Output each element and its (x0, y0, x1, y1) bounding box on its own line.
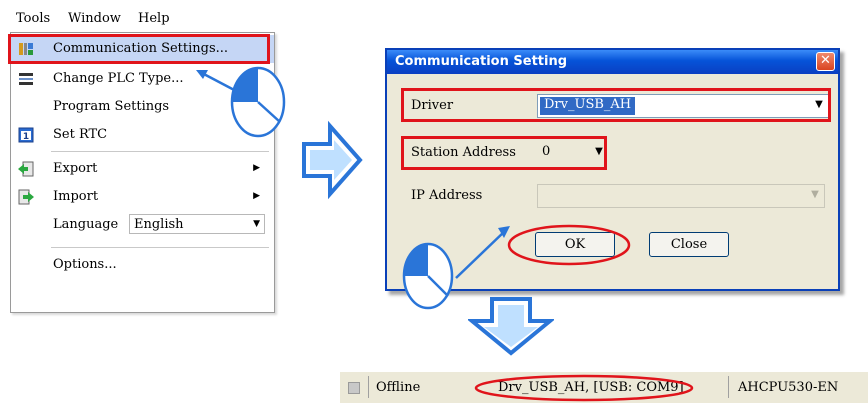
close-button[interactable]: Close (649, 232, 729, 257)
chevron-down-icon: ▼ (253, 219, 260, 229)
menu-item-label: Program Settings (53, 99, 170, 114)
ip-address-select[interactable]: ▼ (537, 184, 825, 208)
export-icon (18, 161, 34, 177)
status-divider (368, 376, 369, 398)
callout-ellipse (507, 224, 631, 266)
status-bar: Offline Drv_USB_AH, [USB: COM9] AHCPU530… (340, 372, 868, 403)
menu-tools[interactable]: Tools (16, 11, 50, 26)
menu-item-label: Set RTC (53, 127, 108, 142)
import-icon (18, 189, 34, 205)
plc-model: AHCPU530-EN (738, 380, 839, 395)
connection-state: Offline (376, 380, 421, 395)
menu-item-label: Export (53, 161, 98, 176)
language-value: English (134, 217, 184, 232)
ip-address-label: IP Address (411, 188, 483, 203)
menu-separator (51, 247, 269, 248)
dialog-titlebar[interactable]: Communication Setting ✕ (387, 50, 838, 74)
svg-text:1: 1 (23, 132, 29, 142)
menu-item-label: Language (53, 217, 119, 232)
callout-ellipse (474, 374, 694, 402)
menu-item-label: Options... (53, 257, 117, 272)
menu-item-label: Change PLC Type... (53, 71, 184, 86)
menu-item-import[interactable]: Import ▶ (11, 183, 274, 211)
callout-highlight-box (401, 136, 607, 170)
close-icon[interactable]: ✕ (816, 52, 835, 71)
rtc-calendar-icon: 1 (18, 127, 34, 143)
menu-help[interactable]: Help (138, 11, 170, 26)
status-divider (728, 376, 729, 398)
status-indicator-icon (348, 382, 360, 394)
callout-highlight-box (401, 88, 831, 122)
dialog-title: Communication Setting (395, 54, 568, 69)
chevron-down-icon: ▼ (811, 189, 819, 200)
flow-arrow-down-icon (468, 297, 554, 356)
plc-type-icon (19, 73, 33, 85)
menu-window[interactable]: Window (68, 11, 121, 26)
menu-item-export[interactable]: Export ▶ (11, 155, 274, 183)
menu-item-language: Language English ▼ (11, 211, 274, 239)
flow-arrow-right-icon (302, 120, 363, 200)
submenu-arrow-icon: ▶ (253, 191, 260, 201)
menubar: Tools Window Help (10, 6, 275, 32)
menu-separator (51, 151, 269, 152)
mouse-click-indicator-icon (196, 66, 286, 138)
menu-item-options[interactable]: Options... (11, 251, 274, 279)
menu-item-label: Import (53, 189, 99, 204)
submenu-arrow-icon: ▶ (253, 163, 260, 173)
language-select[interactable]: English ▼ (129, 214, 265, 234)
